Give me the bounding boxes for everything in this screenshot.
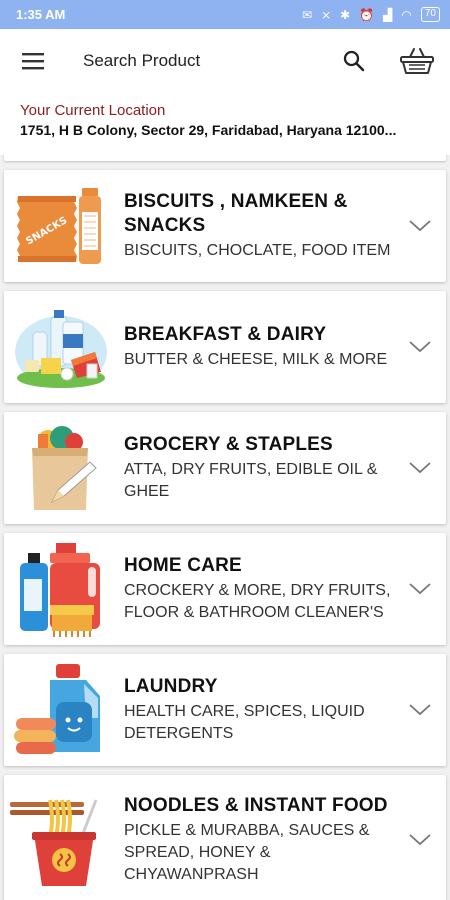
previous-card-edge — [4, 155, 446, 161]
category-subtitle: HEALTH CARE, SPICES, LIQUID DETERGENTS — [124, 703, 365, 742]
category-title: NOODLES & INSTANT FOOD — [124, 795, 388, 816]
category-title: BISCUITS , NAMKEEN & SNACKS — [124, 191, 348, 236]
hamburger-menu-icon — [22, 53, 44, 70]
snacks-icon: SNACKS — [8, 174, 112, 278]
expand-button[interactable] — [400, 327, 440, 367]
cleaning-bottles-icon — [8, 537, 112, 641]
category-title: LAUNDRY — [124, 676, 218, 697]
category-subtitle: ATTA, DRY FRUITS, EDIBLE OIL & GHEE — [124, 461, 378, 500]
expand-button[interactable] — [400, 569, 440, 609]
grocery-bag-icon — [8, 416, 112, 520]
search-button[interactable] — [334, 29, 374, 93]
category-list[interactable]: SNACKS BISCUITS , NAMKEEN & SNACKS BISCU… — [0, 155, 450, 900]
expand-button[interactable] — [400, 206, 440, 246]
chevron-down-icon — [409, 341, 431, 353]
status-icons: ✉ ⨯ ✱ ⏰ ▟ ◠ 70 — [302, 7, 440, 22]
category-title: BREAKFAST & DAIRY — [124, 324, 327, 345]
category-subtitle: BISCUITS, CHOCLATE, FOOD ITEM — [124, 242, 391, 259]
category-card-home-care[interactable]: HOME CARE CROCKERY & MORE, DRY FRUITS, F… — [4, 533, 446, 645]
expand-button[interactable] — [400, 690, 440, 730]
app-bar: Search Product — [0, 29, 450, 93]
location-address: 1751, H B Colony, Sector 29, Faridabad, … — [20, 122, 397, 138]
menu-button[interactable] — [0, 29, 66, 93]
dairy-icon — [8, 295, 112, 399]
category-subtitle: CROCKERY & MORE, DRY FRUITS, FLOOR & BAT… — [124, 582, 391, 621]
basket-button[interactable] — [392, 29, 442, 93]
mute-icon: ⨯ — [321, 7, 332, 22]
location-label: Your Current Location — [20, 102, 166, 119]
expand-button[interactable] — [400, 448, 440, 488]
category-title: HOME CARE — [124, 555, 242, 576]
category-subtitle: PICKLE & MURABBA, SAUCES & SPREAD, HONEY… — [124, 822, 370, 883]
category-subtitle: BUTTER & CHEESE, MILK & MORE — [124, 351, 388, 368]
bluetooth-icon: ✱ — [340, 7, 351, 22]
chevron-down-icon — [409, 583, 431, 595]
detergent-icon — [8, 658, 112, 762]
search-product-field[interactable]: Search Product — [83, 51, 334, 71]
category-card-snacks[interactable]: SNACKS BISCUITS , NAMKEEN & SNACKS BISCU… — [4, 170, 446, 282]
expand-button[interactable] — [400, 820, 440, 860]
chevron-down-icon — [409, 462, 431, 474]
noodles-cup-icon — [8, 788, 112, 892]
wifi-icon: ◠ — [401, 7, 412, 22]
category-card-grocery[interactable]: GROCERY & STAPLES ATTA, DRY FRUITS, EDIB… — [4, 412, 446, 524]
battery-icon: 70 — [420, 7, 440, 22]
chevron-down-icon — [409, 704, 431, 716]
status-time: 1:35 AM — [16, 7, 66, 22]
notification-icon: ✉ — [302, 7, 313, 22]
chevron-down-icon — [409, 834, 431, 846]
category-card-laundry[interactable]: LAUNDRY HEALTH CARE, SPICES, LIQUID DETE… — [4, 654, 446, 766]
category-card-noodles[interactable]: NOODLES & INSTANT FOOD PICKLE & MURABBA,… — [4, 775, 446, 900]
category-card-dairy[interactable]: BREAKFAST & DAIRY BUTTER & CHEESE, MILK … — [4, 291, 446, 403]
signal-icon: ▟ — [383, 7, 393, 22]
chevron-down-icon — [409, 220, 431, 232]
basket-icon — [400, 48, 434, 74]
current-location[interactable]: Your Current Location 1751, H B Colony, … — [0, 93, 450, 155]
alarm-icon: ⏰ — [359, 7, 375, 22]
status-bar: 1:35 AM ✉ ⨯ ✱ ⏰ ▟ ◠ 70 — [0, 0, 450, 29]
search-icon — [343, 50, 365, 72]
category-title: GROCERY & STAPLES — [124, 434, 333, 455]
